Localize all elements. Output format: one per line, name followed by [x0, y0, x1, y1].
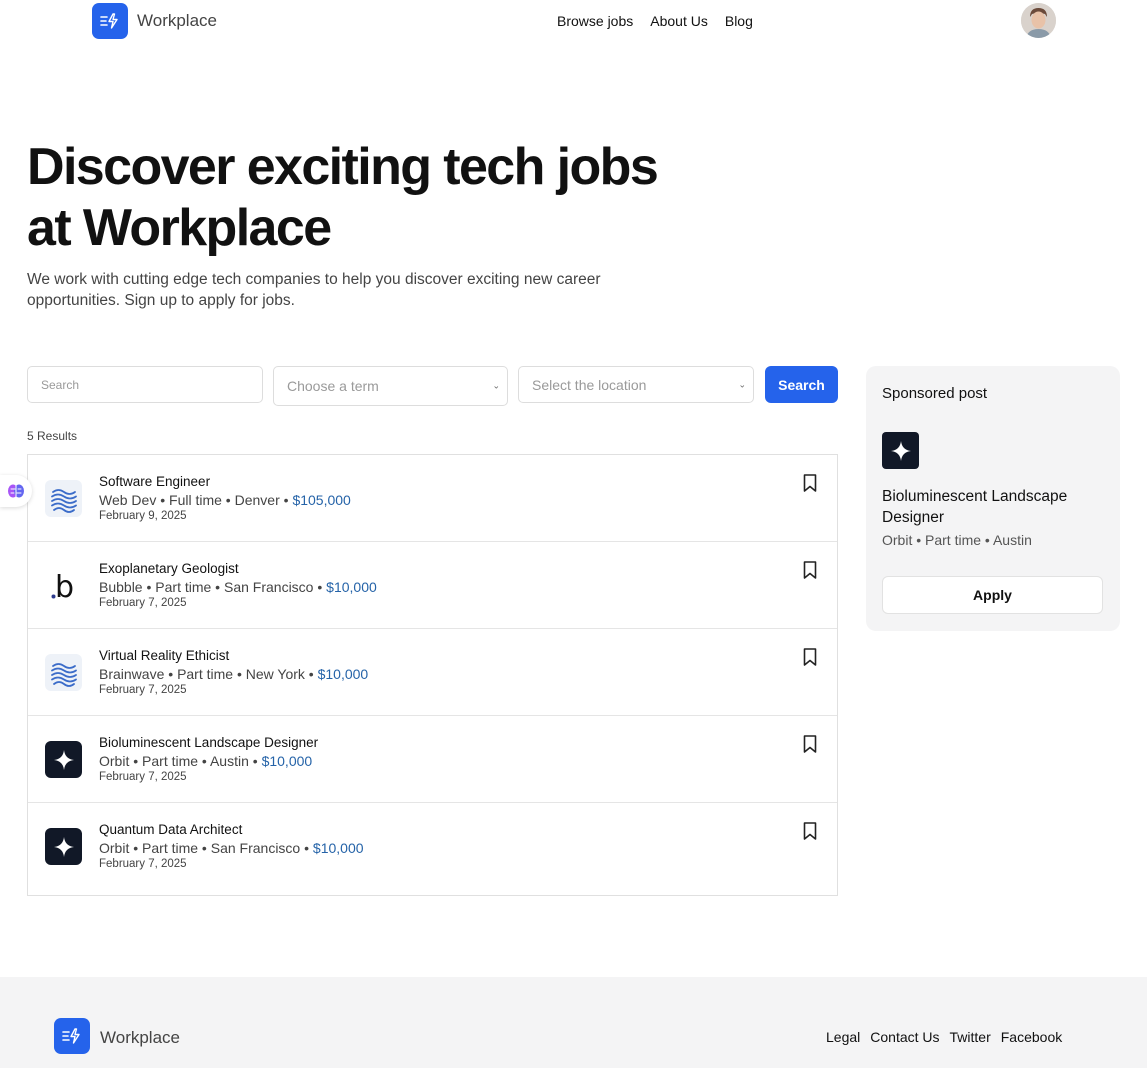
footer-link-contact-us[interactable]: Contact Us [870, 1029, 939, 1045]
footer-brand-name[interactable]: Workplace [100, 1028, 180, 1048]
job-date: February 7, 2025 [99, 597, 187, 609]
job-title[interactable]: Virtual Reality Ethicist [99, 648, 229, 663]
job-item[interactable]: Virtual Reality Ethicist Brainwave • Par… [28, 629, 837, 716]
job-item[interactable]: Quantum Data Architect Orbit • Part time… [28, 803, 837, 890]
footer-link-twitter[interactable]: Twitter [950, 1029, 991, 1045]
job-title[interactable]: Exoplanetary Geologist [99, 561, 239, 576]
job-meta: Orbit • Part time • Austin • $10,000 [99, 753, 313, 769]
job-date: February 7, 2025 [99, 684, 187, 696]
job-location: San Francisco [223, 579, 314, 595]
bookmark-icon[interactable] [802, 821, 818, 841]
job-meta: Bubble • Part time • San Francisco • $10… [99, 579, 377, 595]
bubble-logo-icon: b [45, 567, 82, 604]
footer-link-facebook[interactable]: Facebook [1001, 1029, 1062, 1045]
workplace-logo-icon[interactable] [92, 3, 128, 39]
wave-logo-icon [45, 654, 82, 691]
job-location: New York [245, 666, 305, 682]
search-button[interactable]: Search [765, 366, 838, 403]
job-meta: Orbit • Part time • San Francisco • $10,… [99, 840, 364, 856]
job-date: February 9, 2025 [99, 510, 187, 522]
bookmark-icon[interactable] [802, 647, 818, 667]
user-avatar[interactable] [1021, 3, 1056, 38]
bookmark-icon[interactable] [802, 560, 818, 580]
footer: Workplace Legal Contact Us Twitter Faceb… [0, 977, 1147, 1068]
job-date: February 7, 2025 [99, 858, 187, 870]
bookmark-icon[interactable] [802, 473, 818, 493]
search-input[interactable]: Search [27, 366, 263, 403]
job-company: Orbit [99, 753, 130, 769]
star-logo-icon [882, 432, 919, 469]
svg-text:b: b [55, 570, 74, 602]
results-count: 5 Results [27, 429, 78, 443]
job-company: Bubble [99, 579, 143, 595]
job-meta: Brainwave • Part time • New York • $10,0… [99, 666, 369, 682]
page-title-line2: at Workplace [27, 199, 332, 257]
location-select[interactable]: Select the location ⌄ [518, 366, 754, 403]
page-subtitle: We work with cutting edge tech companies… [27, 271, 601, 309]
job-date: February 7, 2025 [99, 771, 187, 783]
nav-blog[interactable]: Blog [725, 13, 753, 29]
job-location: San Francisco [210, 840, 301, 856]
job-salary: $10,000 [312, 840, 364, 856]
apply-button[interactable]: Apply [882, 576, 1103, 614]
job-company: Web Dev [99, 492, 157, 508]
job-type: Part time [142, 753, 199, 769]
footer-link-legal[interactable]: Legal [826, 1029, 860, 1045]
job-company: Brainwave [99, 666, 165, 682]
main-nav: Browse jobs About Us Blog [557, 13, 753, 29]
term-placeholder: Choose a term [287, 378, 379, 394]
workplace-logo-icon[interactable] [54, 1018, 90, 1054]
job-type: Part time [155, 579, 212, 595]
job-meta: Web Dev • Full time • Denver • $105,000 [99, 492, 351, 508]
job-type: Part time [142, 840, 199, 856]
job-item[interactable]: Software Engineer Web Dev • Full time • … [28, 455, 837, 542]
job-location: Austin [209, 753, 249, 769]
nav-about-us[interactable]: About Us [650, 13, 708, 29]
brand-name[interactable]: Workplace [137, 11, 217, 31]
job-list: Software Engineer Web Dev • Full time • … [27, 454, 838, 896]
term-select[interactable]: Choose a term ⌄ [273, 366, 508, 406]
chevron-down-icon: ⌄ [738, 379, 746, 389]
sponsored-job-meta: Orbit • Part time • Austin [882, 532, 1032, 548]
job-type: Part time [177, 666, 234, 682]
footer-links: Legal Contact Us Twitter Facebook [826, 1029, 1062, 1045]
sponsored-heading: Sponsored post [882, 385, 988, 402]
location-placeholder: Select the location [532, 376, 647, 393]
job-item[interactable]: b Exoplanetary Geologist Bubble • Part t… [28, 542, 837, 629]
sponsored-job-title[interactable]: Bioluminescent Landscape Designer [882, 486, 1107, 528]
top-header: Workplace Browse jobs About Us Blog [0, 0, 1147, 44]
job-title[interactable]: Software Engineer [99, 474, 210, 489]
wave-logo-icon [45, 480, 82, 517]
brain-widget-icon[interactable] [0, 475, 32, 507]
star-logo-icon [45, 741, 82, 778]
job-salary: $10,000 [317, 666, 369, 682]
chevron-down-icon: ⌄ [492, 380, 500, 391]
job-company: Orbit [99, 840, 130, 856]
job-title[interactable]: Bioluminescent Landscape Designer [99, 735, 318, 750]
search-placeholder: Search [41, 377, 80, 392]
nav-browse-jobs[interactable]: Browse jobs [557, 13, 633, 29]
bookmark-icon[interactable] [802, 734, 818, 754]
job-salary: $10,000 [261, 753, 313, 769]
job-item[interactable]: Bioluminescent Landscape Designer Orbit … [28, 716, 837, 803]
job-salary: $10,000 [326, 579, 377, 595]
job-title[interactable]: Quantum Data Architect [99, 822, 242, 837]
sponsored-card: Sponsored post Bioluminescent Landscape … [866, 366, 1120, 631]
job-type: Full time [169, 492, 222, 508]
page-title-line1: Discover exciting tech jobs [27, 138, 659, 196]
job-salary: $105,000 [292, 492, 351, 508]
job-location: Denver [234, 492, 280, 508]
page-title: Discover exciting tech jobs at Workplace [27, 137, 727, 259]
star-logo-icon [45, 828, 82, 865]
